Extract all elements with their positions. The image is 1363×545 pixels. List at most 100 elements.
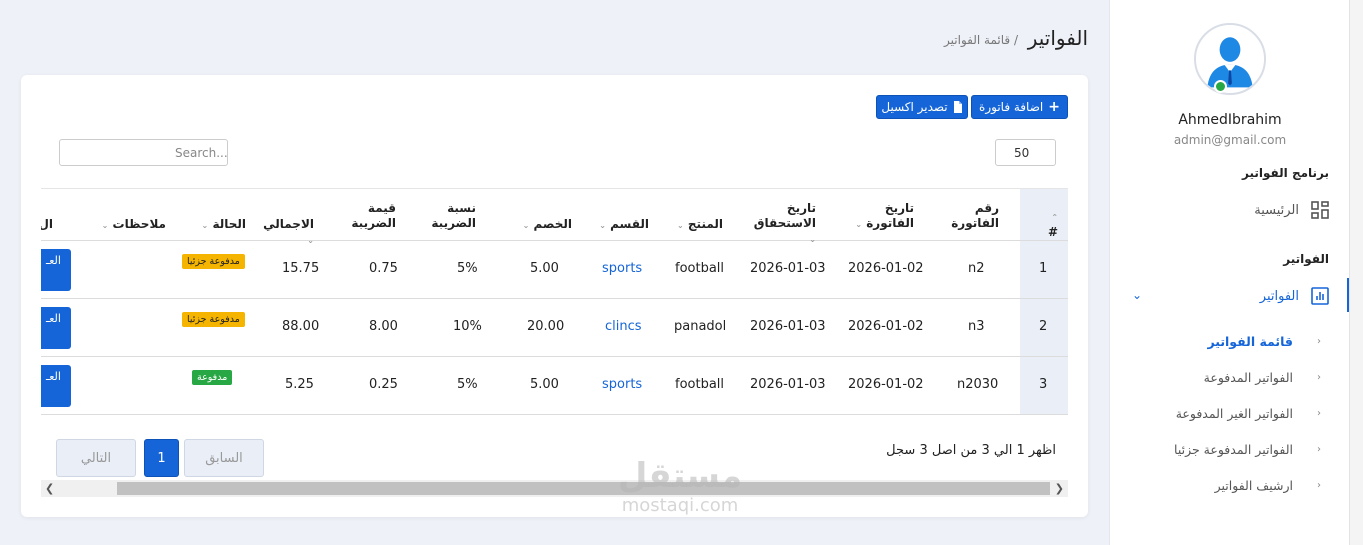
cell-tax-rate: 5% [457, 261, 478, 276]
chevron-icon: › [1317, 372, 1321, 383]
sort-icon: ⌄ [101, 221, 109, 230]
col-actions[interactable]: ال [41, 217, 53, 232]
row-action-button[interactable]: العـ [41, 249, 71, 291]
sort-icon: ⌄ [677, 221, 684, 230]
page-size-select[interactable]: 50 [995, 139, 1056, 166]
avatar[interactable] [1194, 23, 1266, 95]
col-discount[interactable]: الخصم ⌄ [509, 217, 572, 233]
sidebar-subitem-partial[interactable]: الفواتير المدفوعة جزئيا [1174, 442, 1293, 457]
next-page-button[interactable]: التالي [56, 439, 136, 477]
row-action-button[interactable]: العـ [41, 307, 71, 349]
cell-product: panadol [674, 319, 727, 334]
cell-product: football [675, 377, 725, 392]
chevron-icon: › [1317, 444, 1321, 455]
cell-idx: 1 [1039, 261, 1048, 276]
sort-icon: ⌃ [1051, 213, 1059, 222]
invoices-table: ⌃ # رقم الفاتورة تاريخ الفاتورة ⌄ تاريخ ا… [41, 188, 1068, 415]
cell-due-date: 2026-01-03 [750, 319, 826, 334]
cell-tax-rate: 10% [453, 319, 482, 334]
sort-icon: ⌄ [855, 220, 863, 229]
cell-tax-value: 8.00 [369, 319, 398, 334]
cell-tax-rate: 5% [457, 377, 478, 392]
page-1-button[interactable]: 1 [144, 439, 179, 477]
chart-icon [1311, 287, 1329, 305]
user-avatar-icon [1196, 25, 1264, 93]
search-input[interactable]: Search... [59, 139, 228, 166]
col-product[interactable]: المنتج ⌄ [663, 217, 723, 233]
cell-product: football [675, 261, 725, 276]
sidebar-subitem-unpaid[interactable]: الفواتير الغير المدفوعة [1176, 406, 1293, 421]
scroll-right-icon[interactable]: ❯ [1055, 480, 1064, 497]
col-invoice-no[interactable]: رقم الفاتورة [939, 201, 999, 231]
sidebar-subitem-archive[interactable]: ارشيف الفواتير [1215, 478, 1293, 493]
col-idx[interactable]: ⌃ # [1048, 209, 1058, 240]
cell-invoice-date: 2026-01-02 [848, 377, 924, 392]
cell-discount: 5.00 [530, 261, 559, 276]
pagination-info: اظهر 1 الي 3 من اصل 3 سجل [886, 443, 1056, 458]
cell-invoice-no: n3 [968, 319, 985, 334]
cell-due-date: 2026-01-03 [750, 377, 826, 392]
online-status-dot [1214, 80, 1227, 93]
sort-icon: ⌄ [201, 221, 209, 230]
status-badge: مدفوعة جزئيا [182, 254, 245, 269]
col-notes[interactable]: ملاحظات ⌄ [86, 217, 166, 233]
cell-invoice-no: n2 [968, 261, 985, 276]
cell-section-link[interactable]: clincs [605, 319, 642, 334]
sidebar-subitem-invoice-list[interactable]: قائمة الفواتير [1207, 334, 1293, 349]
cell-idx: 2 [1039, 319, 1048, 334]
col-tax-rate[interactable]: نسبة الضريبة [421, 201, 476, 231]
col-status[interactable]: الحالة ⌄ [176, 217, 246, 233]
cell-tax-value: 0.75 [369, 261, 398, 276]
status-badge: مدفوعة [192, 370, 233, 385]
breadcrumb[interactable]: / قائمة الفواتير [944, 33, 1018, 47]
table-row: 3 n2030 2026-01-02 2026-01-03 football s… [41, 357, 1068, 415]
cell-total: 15.75 [282, 261, 320, 276]
chevron-icon: › [1317, 336, 1321, 347]
table-row: 2 n3 2026-01-02 2026-01-03 panadol clinc… [41, 299, 1068, 357]
status-badge: مدفوعة جزئيا [182, 312, 245, 327]
sort-icon: ⌄ [522, 221, 530, 230]
cell-discount: 20.00 [527, 319, 565, 334]
user-name: AhmedIbrahim [1178, 112, 1282, 128]
col-section[interactable]: القسم ⌄ [589, 217, 649, 233]
col-tax-value[interactable]: قيمة الضريبة [341, 201, 396, 231]
cell-total: 5.25 [285, 377, 314, 392]
chevron-down-icon[interactable]: ⌄ [1132, 288, 1142, 302]
section-heading-program: برنامج الفواتير [1242, 166, 1329, 180]
horizontal-scrollbar[interactable]: ❮ ❯ [41, 480, 1068, 497]
cell-due-date: 2026-01-03 [750, 261, 826, 276]
vertical-scrollbar[interactable] [1349, 0, 1363, 545]
export-excel-button[interactable]: تصدير اكسيل [876, 95, 968, 119]
cell-section-link[interactable]: sports [602, 261, 642, 276]
watermark: مستقل mostaqi.com [617, 456, 743, 516]
cell-tax-value: 0.25 [369, 377, 398, 392]
table-row: 1 n2 2026-01-02 2026-01-03 football spor… [41, 241, 1068, 299]
invoices-card: + اضافة فاتورة تصدير اكسيل 50 Search... … [21, 75, 1088, 517]
cell-invoice-date: 2026-01-02 [848, 319, 924, 334]
sidebar: AhmedIbrahim admin@gmail.com برنامج الفو… [1109, 0, 1350, 545]
table-header: ⌃ # رقم الفاتورة تاريخ الفاتورة ⌄ تاريخ ا… [41, 188, 1068, 245]
cell-discount: 5.00 [530, 377, 559, 392]
scrollbar-thumb[interactable] [117, 482, 1050, 495]
section-heading-invoices: الفواتير [1283, 252, 1329, 266]
chevron-icon: › [1317, 408, 1321, 419]
user-email: admin@gmail.com [1173, 133, 1287, 147]
sort-icon: ⌄ [599, 221, 606, 230]
chevron-icon: › [1317, 480, 1321, 491]
cell-idx: 3 [1039, 377, 1048, 392]
page-title: الفواتير [1027, 26, 1088, 50]
sidebar-item-home[interactable]: الرئيسية [1254, 201, 1329, 219]
cell-section-link[interactable]: sports [602, 377, 642, 392]
cell-invoice-no: n2030 [957, 377, 999, 392]
cell-total: 88.00 [282, 319, 320, 334]
cell-invoice-date: 2026-01-02 [848, 261, 924, 276]
plus-icon: + [1048, 99, 1060, 115]
prev-page-button[interactable]: السابق [184, 439, 264, 477]
col-invoice-date[interactable]: تاريخ الفاتورة ⌄ [854, 201, 914, 232]
sidebar-subitem-paid[interactable]: الفواتير المدفوعة [1204, 370, 1293, 385]
row-action-button[interactable]: العـ [41, 365, 71, 407]
add-invoice-button[interactable]: + اضافة فاتورة [971, 95, 1068, 119]
file-icon [953, 101, 962, 113]
scroll-left-icon[interactable]: ❮ [45, 480, 54, 497]
sidebar-item-invoices[interactable]: الفواتير [1260, 287, 1329, 305]
